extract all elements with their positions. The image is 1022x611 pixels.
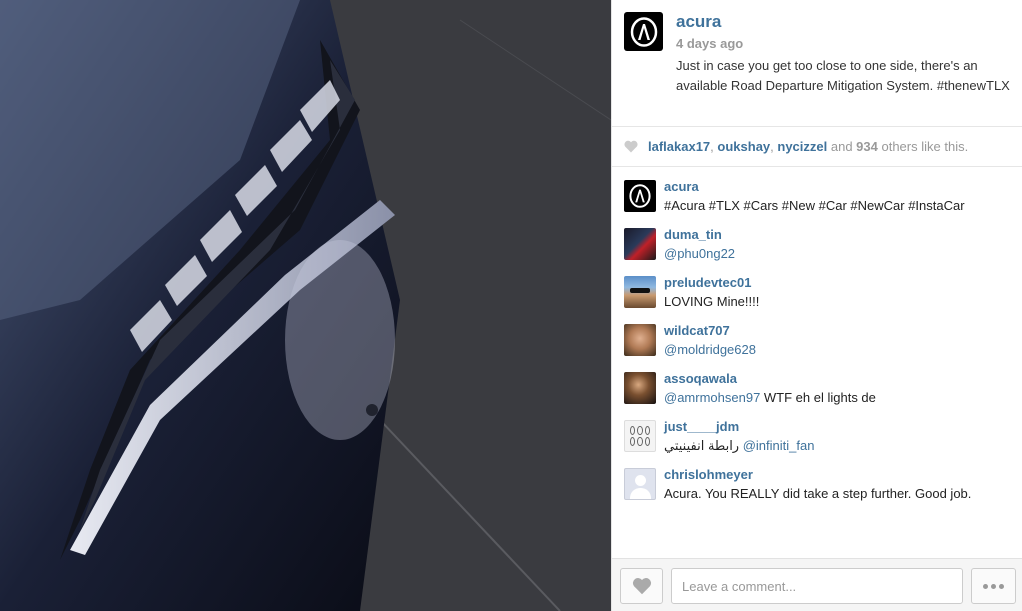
comments-list[interactable]: acura #Acura #TLX #Cars #New #Car #NewCa… xyxy=(612,168,1022,558)
comment-text: Acura. You REALLY did take a step furthe… xyxy=(664,486,972,501)
post-header: acura 4 days ago Just in case you get to… xyxy=(612,0,1022,127)
liker-link[interactable]: nycizzel xyxy=(777,139,827,154)
post-details-panel: acura 4 days ago Just in case you get to… xyxy=(611,0,1022,611)
comment-input[interactable] xyxy=(671,568,963,604)
comment-item: wildcat707 @moldridge628 xyxy=(612,312,1022,360)
comment-arabic-text: رابطة انفينيتي xyxy=(664,438,743,453)
comment-text: @phu0ng22 xyxy=(664,246,735,261)
comment-text: رابطة انفينيتي @infiniti_fan xyxy=(664,438,814,454)
comment-mention-link[interactable]: @infiniti_fan xyxy=(743,438,815,453)
comment-item: chrislohmeyer Acura. You REALLY did take… xyxy=(612,456,1022,504)
comment-mention-link[interactable]: @phu0ng22 xyxy=(664,246,735,261)
post-photo[interactable] xyxy=(0,0,611,611)
heart-icon xyxy=(624,140,638,153)
acura-logo-icon xyxy=(630,16,657,47)
more-options-button[interactable] xyxy=(971,568,1016,604)
post-timestamp[interactable]: 4 days ago xyxy=(676,36,743,51)
likes-suffix: others like this. xyxy=(877,139,969,154)
comment-item: preludevtec01 LOVING Mine!!!! xyxy=(612,264,1022,312)
car-headlight-image xyxy=(0,0,611,611)
commenter-avatar[interactable] xyxy=(624,276,656,308)
commenter-avatar[interactable] xyxy=(624,468,656,500)
post-caption: Just in case you get too close to one si… xyxy=(676,58,1010,93)
comment-item: acura #Acura #TLX #Cars #New #Car #NewCa… xyxy=(612,168,1022,216)
acura-logo-icon xyxy=(629,184,651,208)
commenter-avatar[interactable] xyxy=(624,324,656,356)
commenter-username-link[interactable]: duma_tin xyxy=(664,227,722,242)
dot-icon xyxy=(983,583,988,589)
owner-avatar[interactable] xyxy=(624,12,663,51)
comment-body: WTF eh el lights de xyxy=(760,390,876,405)
likes-summary: laflakax17, oukshay, nycizzel and 934 ot… xyxy=(612,127,1022,167)
comment-text: @amrmohsen97 WTF eh el lights de xyxy=(664,390,876,405)
commenter-username-link[interactable]: acura xyxy=(664,179,699,194)
like-button[interactable] xyxy=(620,568,663,604)
commenter-username-link[interactable]: just____jdm xyxy=(664,419,739,434)
comment-text: LOVING Mine!!!! xyxy=(664,294,760,309)
liker-link[interactable]: laflakax17 xyxy=(648,139,710,154)
owner-username-link[interactable]: acura xyxy=(676,12,721,32)
comment-mention-link[interactable]: @moldridge628 xyxy=(664,342,756,357)
commenter-avatar[interactable] xyxy=(624,180,656,212)
heart-icon xyxy=(632,578,651,595)
likes-and-text: and xyxy=(827,139,857,154)
dot-icon xyxy=(991,583,996,589)
commenter-username-link[interactable]: preludevtec01 xyxy=(664,275,751,290)
comment-mention-link[interactable]: @amrmohsen97 xyxy=(664,390,760,405)
comment-item: just____jdm رابطة انفينيتي @infiniti_fan xyxy=(612,408,1022,456)
likes-count[interactable]: 934 xyxy=(856,139,878,154)
comment-item: assoqawala @amrmohsen97 WTF eh el lights… xyxy=(612,360,1022,408)
commenter-username-link[interactable]: assoqawala xyxy=(664,371,737,386)
comment-item: duma_tin @phu0ng22 xyxy=(612,216,1022,264)
liker-link[interactable]: oukshay xyxy=(717,139,770,154)
comment-text: @moldridge628 xyxy=(664,342,756,357)
commenter-avatar[interactable] xyxy=(624,420,656,452)
comment-text: #Acura #TLX #Cars #New #Car #NewCar #Ins… xyxy=(664,198,965,213)
comment-footer xyxy=(612,558,1022,611)
dot-icon xyxy=(999,583,1004,589)
commenter-username-link[interactable]: wildcat707 xyxy=(664,323,730,338)
commenter-avatar[interactable] xyxy=(624,228,656,260)
commenter-username-link[interactable]: chrislohmeyer xyxy=(664,467,753,482)
commenter-avatar[interactable] xyxy=(624,372,656,404)
